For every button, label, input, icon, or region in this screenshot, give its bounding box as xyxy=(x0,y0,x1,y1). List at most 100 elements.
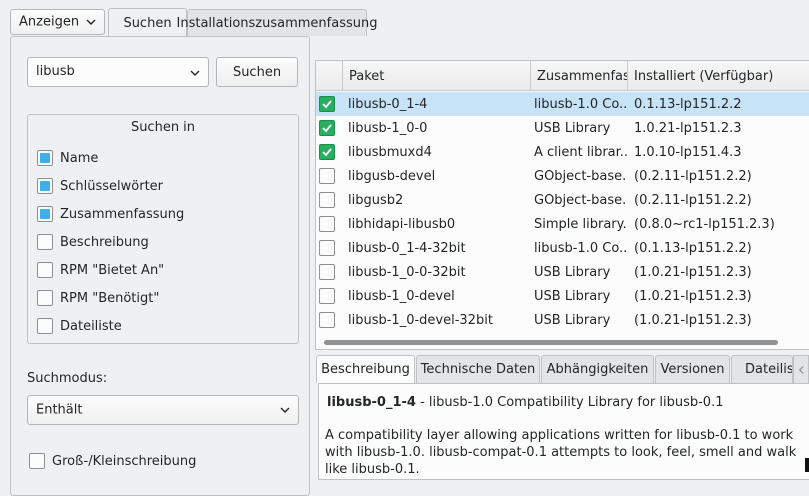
installed-check-icon[interactable] xyxy=(319,96,335,112)
package-summary: libusb-1.0 Co... xyxy=(534,240,627,256)
checkbox[interactable] xyxy=(37,290,53,306)
package-name: libusb-0_1-4 xyxy=(348,96,428,112)
package-version: (0.8.0~rc1-lp151.2.3) xyxy=(634,216,775,232)
table-row[interactable]: libusb-1_0-devel USB Library (1.0.21-lp151… xyxy=(316,284,809,308)
description-heading: libusb-0_1-4 - libusb-1.0 Compatibility … xyxy=(327,395,723,410)
tab-file-list[interactable]: Dateilist xyxy=(731,355,793,383)
table-row[interactable]: libhidapi-libusb0 Simple library... (0.8.0… xyxy=(316,212,809,236)
description-package-name: libusb-0_1-4 xyxy=(327,395,416,410)
tab-versions-label: Versionen xyxy=(660,362,725,377)
chevron-down-icon xyxy=(86,19,96,25)
checkbox[interactable] xyxy=(37,206,53,222)
search-mode-label: Suchmodus: xyxy=(27,371,108,386)
tab-installation-summary-label: Installationszusammenfassung xyxy=(176,15,378,31)
tab-installation-summary[interactable]: Installationszusammenfassung xyxy=(177,9,377,36)
option-keywords[interactable]: Schlüsselwörter xyxy=(37,176,163,196)
search-button[interactable]: Suchen xyxy=(216,57,298,87)
package-version: 1.0.21-lp151.2.3 xyxy=(634,120,742,136)
checkbox[interactable] xyxy=(319,288,335,304)
checkbox[interactable] xyxy=(319,216,335,232)
checkbox[interactable] xyxy=(37,262,53,278)
checkbox[interactable] xyxy=(319,168,335,184)
column-installed[interactable]: Installiert (Verfügbar) xyxy=(628,61,809,91)
option-label: Name xyxy=(60,150,99,166)
tab-versions[interactable]: Versionen xyxy=(655,355,730,383)
package-table[interactable]: Paket Zusammenfassung Installiert (Verfü… xyxy=(315,60,809,350)
table-row[interactable]: libusbmuxd4 A client librar... 1.0.10-lp15… xyxy=(316,140,809,164)
package-name: libusb-1_0-devel xyxy=(348,288,455,304)
table-row[interactable]: libusb-0_1-4-32bit libusb-1.0 Co... (0.1.1… xyxy=(316,236,809,260)
table-row[interactable]: libusb-0_1-4 libusb-1.0 Co... 0.1.13-lp151… xyxy=(316,92,809,116)
description-panel: libusb-0_1-4 - libusb-1.0 Compatibility … xyxy=(318,383,809,480)
description-text: A compatibility layer allowing applicati… xyxy=(325,428,797,477)
checkbox[interactable] xyxy=(319,240,335,256)
table-row[interactable]: libgusb2 GObject-base... (0.2.11-lp151.2.2… xyxy=(316,188,809,212)
column-status[interactable] xyxy=(316,61,343,91)
description-package-summary: - libusb-1.0 Compatibility Library for l… xyxy=(415,395,724,410)
package-version: (1.0.21-lp151.2.3) xyxy=(634,264,752,280)
tab-technical-data[interactable]: Technische Daten xyxy=(416,355,540,383)
option-rpm-provides[interactable]: RPM "Bietet An" xyxy=(37,260,164,280)
option-file-list[interactable]: Dateiliste xyxy=(37,316,122,336)
option-label: RPM "Benötigt" xyxy=(60,290,160,306)
status-cell xyxy=(319,116,341,140)
checkbox[interactable] xyxy=(319,312,335,328)
package-name: libusb-1_0-devel-32bit xyxy=(348,312,493,328)
status-cell xyxy=(319,284,341,308)
tab-dependencies[interactable]: Abhängigkeiten xyxy=(541,355,654,383)
mouse-cursor-icon xyxy=(805,458,809,472)
tab-dependencies-label: Abhängigkeiten xyxy=(546,362,649,377)
column-summary-label: Zusammenfassung xyxy=(537,68,628,84)
case-sensitive-label: Groß-/Kleinschreibung xyxy=(52,453,197,469)
checkbox[interactable] xyxy=(37,234,53,250)
checkbox[interactable] xyxy=(37,318,53,334)
package-name: libgusb2 xyxy=(348,192,404,208)
package-name: libusb-1_0-0-32bit xyxy=(348,264,466,280)
status-cell xyxy=(319,140,341,164)
status-cell xyxy=(319,260,341,284)
tab-search[interactable]: Suchen xyxy=(108,8,187,37)
package-summary: GObject-base... xyxy=(534,192,627,208)
search-in-title: Suchen in xyxy=(130,120,196,135)
option-label: RPM "Bietet An" xyxy=(60,262,165,278)
column-package[interactable]: Paket xyxy=(343,61,531,91)
table-row[interactable]: libusb-1_0-0-32bit USB Library (1.0.21-lp1… xyxy=(316,260,809,284)
tab-scroll-left-icon[interactable] xyxy=(793,355,809,383)
option-summary[interactable]: Zusammenfassung xyxy=(37,204,184,224)
option-rpm-requires[interactable]: RPM "Benötigt" xyxy=(37,288,159,308)
option-label: Schlüsselwörter xyxy=(60,178,164,194)
column-summary[interactable]: Zusammenfassung xyxy=(531,61,628,91)
option-name[interactable]: Name xyxy=(37,148,98,168)
option-label: Zusammenfassung xyxy=(60,206,185,222)
checkbox[interactable] xyxy=(37,150,53,166)
table-row[interactable]: libusb-1_0-0 USB Library 1.0.21-lp151.2.3 xyxy=(316,116,809,140)
search-input[interactable]: libusb xyxy=(27,57,209,87)
package-version: (1.0.21-lp151.2.3) xyxy=(634,288,752,304)
search-mode-value: Enthält xyxy=(36,402,83,418)
checkbox[interactable] xyxy=(29,453,45,469)
package-summary: libusb-1.0 Co... xyxy=(534,96,627,112)
installed-check-icon[interactable] xyxy=(319,144,335,160)
tab-description-label: Beschreibung xyxy=(321,362,410,377)
package-name: libusb-1_0-0 xyxy=(348,120,428,136)
table-row[interactable]: libgusb-devel GObject-base... (0.2.11-lp15… xyxy=(316,164,809,188)
case-sensitive-option[interactable]: Groß-/Kleinschreibung xyxy=(29,451,196,471)
package-name: libgusb-devel xyxy=(348,168,436,184)
tab-technical-data-label: Technische Daten xyxy=(420,362,536,377)
package-version: (0.2.11-lp151.2.2) xyxy=(634,168,752,184)
table-row[interactable]: libusb-1_0-devel-32bit USB Library (1.0.21… xyxy=(316,308,809,332)
view-combo-label: Anzeigen xyxy=(19,14,80,30)
option-description[interactable]: Beschreibung xyxy=(37,232,149,252)
package-version: 0.1.13-lp151.2.2 xyxy=(634,96,742,112)
view-combo[interactable]: Anzeigen xyxy=(10,9,105,35)
status-cell xyxy=(319,164,341,188)
checkbox[interactable] xyxy=(37,178,53,194)
search-mode-select[interactable]: Enthält xyxy=(27,395,299,425)
package-summary: USB Library xyxy=(534,264,611,280)
installed-check-icon[interactable] xyxy=(319,120,335,136)
checkbox[interactable] xyxy=(319,264,335,280)
horizontal-scrollbar[interactable] xyxy=(324,340,778,345)
checkbox[interactable] xyxy=(319,192,335,208)
search-input-value: libusb xyxy=(36,64,75,79)
tab-description[interactable]: Beschreibung xyxy=(316,355,415,383)
